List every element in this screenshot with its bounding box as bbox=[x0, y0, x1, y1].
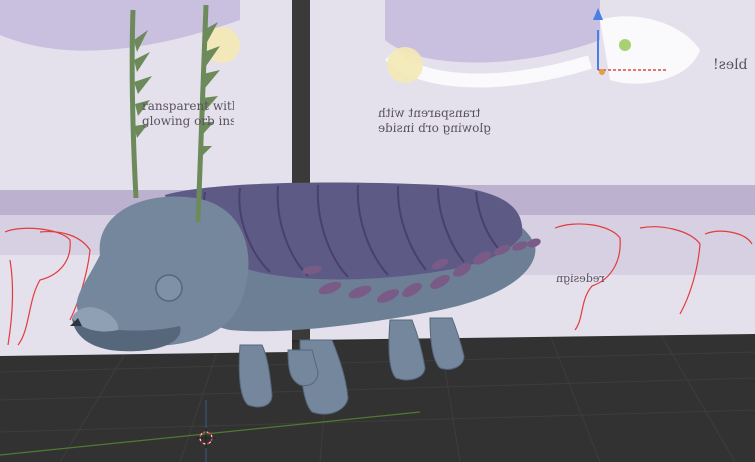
reference-caption-bottom: redesign bbox=[556, 272, 605, 285]
3d-viewport[interactable]: ransparent with glowing orb inside trans… bbox=[0, 0, 755, 462]
reference-caption-right: transparent with glowing orb inside bbox=[378, 106, 491, 135]
creature-eye bbox=[155, 274, 183, 302]
reference-caption-corner: bles! bbox=[713, 57, 748, 73]
reference-caption-left: ransparent with glowing orb inside bbox=[142, 99, 234, 128]
viewport-scene bbox=[0, 0, 755, 462]
